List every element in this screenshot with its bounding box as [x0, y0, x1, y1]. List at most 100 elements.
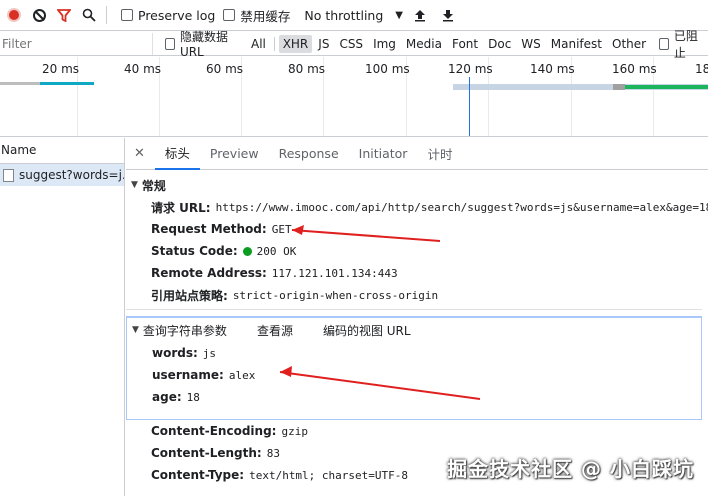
query-params-title: 查询字符串参数 — [142, 323, 227, 338]
view-source-link[interactable]: 查看源 — [257, 322, 293, 339]
timeline-tick: 18 — [695, 62, 708, 76]
name-column-header[interactable]: Name — [0, 138, 124, 164]
timeline-bar — [0, 82, 40, 85]
header-key: Remote Address: — [151, 266, 267, 280]
export-har-icon[interactable] — [437, 4, 459, 26]
filter-type-js[interactable]: JS — [314, 35, 333, 53]
query-params-section: ▼ 查询字符串参数 查看源 编码的视图 URL words: js userna… — [126, 316, 702, 420]
header-value: https://www.imooc.com/api/http/search/su… — [215, 200, 708, 214]
filter-type-all[interactable]: All — [247, 35, 270, 53]
filter-type-font[interactable]: Font — [448, 35, 482, 53]
header-value: strict-origin-when-cross-origin — [232, 288, 439, 302]
dropdown-arrow-icon: ▼ — [395, 9, 403, 21]
filter-type-img[interactable]: Img — [369, 35, 400, 53]
param-key: username: — [152, 368, 224, 382]
timeline-tick: 140 ms — [530, 62, 575, 76]
details-tabs: ✕ 标头 Preview Response Initiator 计时 — [126, 138, 708, 170]
request-list: Name suggest?words=j... — [0, 138, 125, 496]
checkbox-box[interactable] — [223, 9, 236, 21]
timeline-overview[interactable]: 20 ms 40 ms 60 ms 80 ms 100 ms 120 ms 14… — [0, 57, 708, 137]
tab-preview[interactable]: Preview — [200, 138, 269, 170]
header-key: 引用站点策略: — [151, 288, 228, 303]
tab-headers[interactable]: 标头 — [154, 138, 200, 170]
header-value: 83 — [266, 446, 280, 460]
status-ok-icon — [242, 246, 252, 256]
request-details: ✕ 标头 Preview Response Initiator 计时 ▼ 常规 … — [126, 138, 708, 496]
throttling-value: No throttling — [304, 7, 384, 23]
general-section-title: 常规 — [141, 178, 166, 193]
record-icon[interactable] — [3, 4, 25, 26]
filter-type-ws[interactable]: WS — [517, 35, 544, 53]
filter-bar: 隐藏数据 URL All XHR JS CSS Img Media Font D… — [0, 29, 708, 60]
dom-content-loaded-marker — [469, 77, 470, 136]
request-name: suggest?words=j... — [19, 168, 124, 182]
timeline-tick: 80 ms — [288, 62, 326, 76]
checkbox-box[interactable] — [121, 9, 133, 21]
tab-response[interactable]: Response — [269, 138, 349, 170]
timeline-bar — [625, 85, 708, 89]
filter-type-manifest[interactable]: Manifest — [547, 35, 606, 53]
filter-type-doc[interactable]: Doc — [484, 35, 515, 53]
close-icon[interactable]: ✕ — [126, 138, 155, 170]
preserve-log-checkbox[interactable]: Preserve log — [121, 8, 215, 23]
query-params-header[interactable]: ▼ 查询字符串参数 查看源 编码的视图 URL — [127, 318, 701, 342]
collapse-triangle-icon: ▼ — [131, 180, 138, 190]
param-value: js — [202, 346, 217, 360]
filter-type-other[interactable]: Other — [608, 35, 650, 53]
referrer-policy-row: 引用站点策略: strict-origin-when-cross-origin — [126, 284, 708, 306]
timeline-tick: 120 ms — [448, 62, 493, 76]
response-header-row: Content-Encoding: gzip — [126, 420, 708, 442]
request-method-row: Request Method: GET — [126, 218, 708, 240]
header-key: Request Method: — [151, 222, 267, 236]
divider — [273, 36, 275, 51]
timeline-bar — [613, 84, 625, 90]
view-decoded-link[interactable]: 编码的视图 URL — [323, 322, 411, 339]
search-icon[interactable] — [78, 4, 100, 26]
header-value: gzip — [281, 424, 308, 438]
checkbox-box[interactable] — [659, 37, 669, 50]
remote-address-row: Remote Address: 117.121.101.134:443 — [126, 262, 708, 284]
watermark-text: 掘金技术社区 @ 小白踩坑 — [447, 457, 694, 481]
file-icon — [3, 168, 14, 182]
header-key: Content-Length: — [151, 446, 262, 460]
status-code-row: Status Code: 200 OK — [126, 240, 708, 262]
timeline-bar — [40, 82, 94, 85]
query-param-row: words: js — [127, 342, 701, 364]
clear-icon[interactable] — [28, 4, 50, 26]
timeline-tick: 100 ms — [365, 62, 410, 76]
request-url-row: 请求 URL: https://www.imooc.com/api/http/s… — [126, 196, 708, 218]
tab-initiator[interactable]: Initiator — [349, 138, 418, 170]
filter-type-css[interactable]: CSS — [335, 35, 367, 53]
param-key: age: — [152, 390, 182, 404]
hide-data-url-checkbox[interactable]: 隐藏数据 URL — [165, 28, 240, 59]
header-key: Content-Encoding: — [151, 424, 277, 438]
collapse-triangle-icon: ▼ — [132, 325, 139, 335]
filter-type-media[interactable]: Media — [402, 35, 446, 53]
timeline-tick: 60 ms — [206, 62, 244, 76]
import-har-icon[interactable] — [409, 4, 431, 26]
query-param-row: username: alex — [127, 364, 701, 386]
throttling-select[interactable]: No throttling ▼ — [304, 8, 403, 23]
header-value: 200 OK — [256, 244, 297, 258]
filter-icon[interactable] — [53, 4, 75, 26]
preserve-log-label: Preserve log — [138, 7, 216, 23]
network-toolbar: Preserve log 禁用缓存 No throttling ▼ — [0, 0, 708, 31]
header-key: Status Code: — [151, 244, 238, 258]
request-row[interactable]: suggest?words=j... — [0, 164, 124, 186]
checkbox-box[interactable] — [165, 37, 175, 50]
header-key: 请求 URL: — [151, 200, 211, 215]
tab-timing[interactable]: 计时 — [417, 138, 462, 170]
filter-input[interactable] — [0, 32, 153, 55]
param-key: words: — [152, 346, 198, 360]
timeline-tick: 40 ms — [124, 62, 162, 76]
param-value: 18 — [186, 390, 200, 404]
timeline-tick: 20 ms — [42, 62, 80, 76]
disable-cache-checkbox[interactable]: 禁用缓存 — [223, 6, 290, 25]
general-section-header[interactable]: ▼ 常规 — [126, 174, 708, 196]
query-param-row: age: 18 — [127, 386, 701, 408]
blocked-requests-checkbox[interactable]: 已阻止 — [659, 27, 702, 61]
param-value: alex — [228, 368, 256, 382]
filter-type-xhr[interactable]: XHR — [278, 34, 313, 53]
disable-cache-label: 禁用缓存 — [240, 8, 291, 24]
divider — [106, 6, 107, 24]
